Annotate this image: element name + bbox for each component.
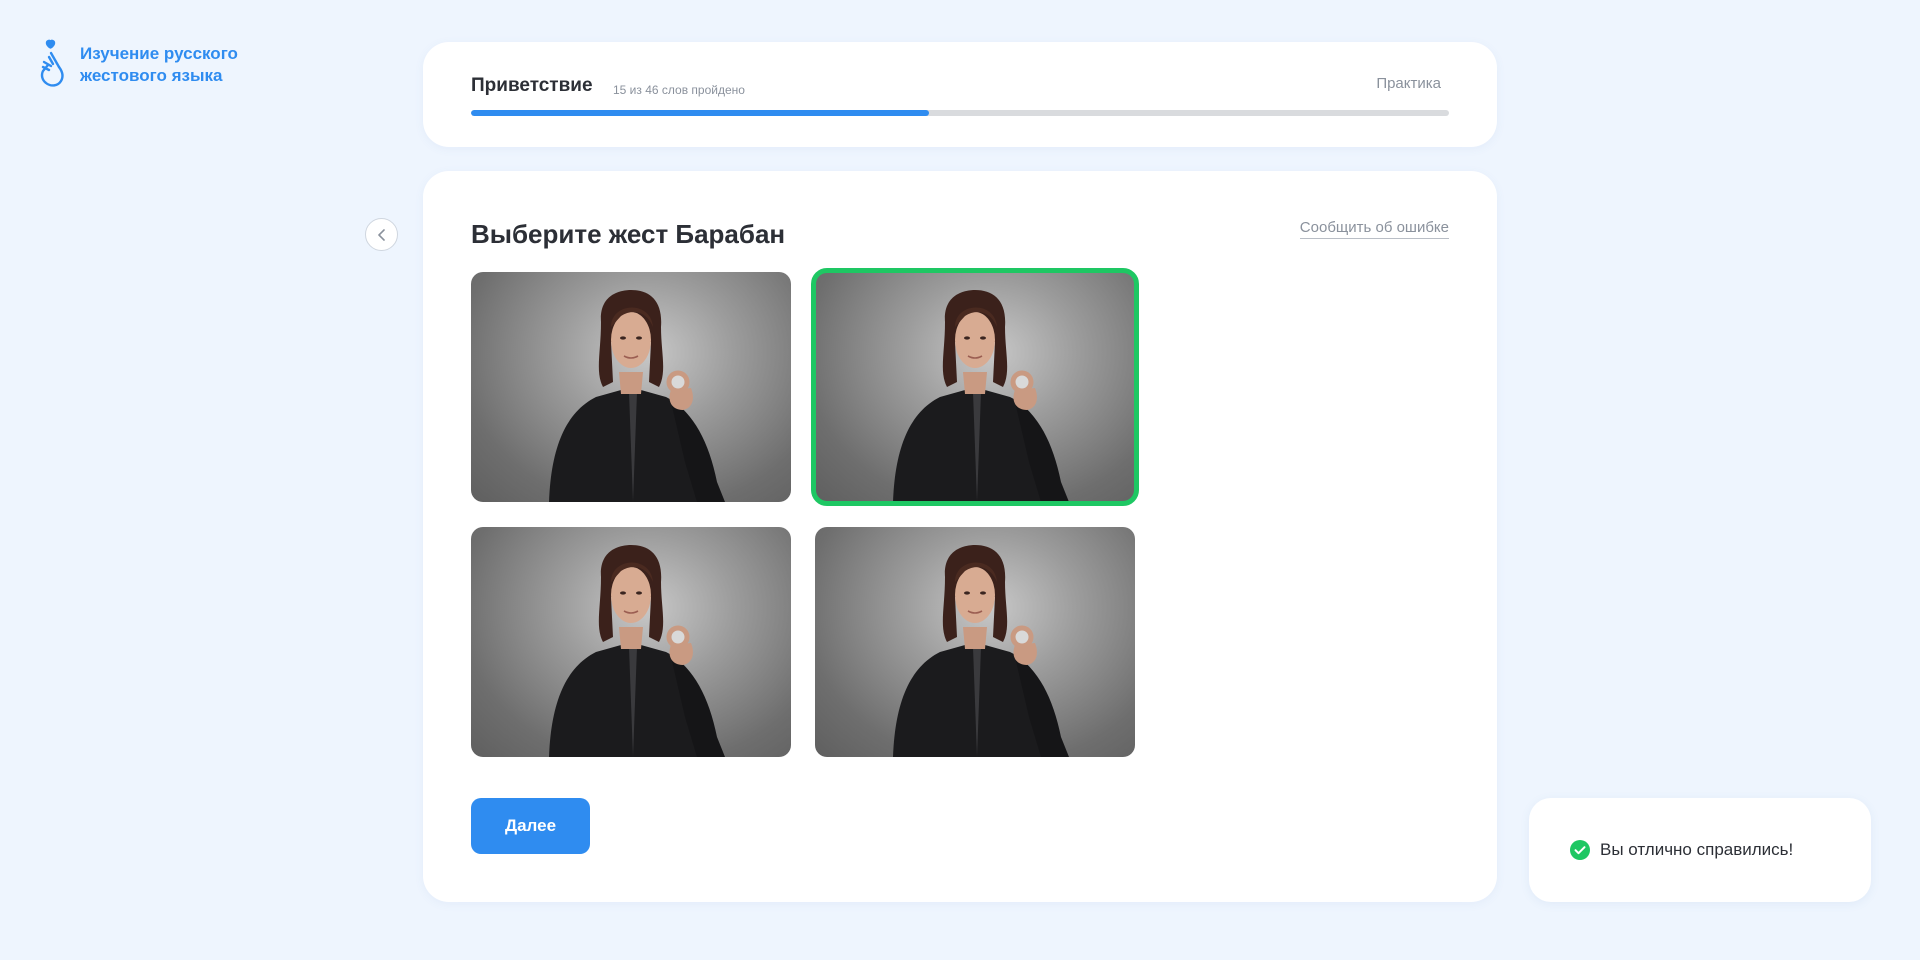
app-logo[interactable]: Изучение русского жестового языка — [38, 38, 238, 90]
gesture-option-4[interactable] — [815, 527, 1135, 757]
report-error-link[interactable]: Сообщить об ошибке — [1299, 219, 1449, 239]
app-title-line1: Изучение русского — [80, 44, 238, 63]
avatar-sign-video — [549, 290, 725, 502]
gesture-option-1[interactable] — [471, 272, 791, 502]
exercise-card: Выберите жест Барабан Сообщить об ошибке — [423, 171, 1497, 902]
gesture-option-2[interactable] — [811, 268, 1139, 506]
back-button[interactable] — [365, 218, 398, 251]
avatar-sign-video — [893, 545, 1069, 757]
app-title: Изучение русского жестового языка — [80, 43, 238, 87]
lesson-progress-text: 15 из 46 слов пройдено — [613, 83, 745, 97]
chevron-left-icon — [377, 228, 385, 241]
hand-heart-icon — [40, 39, 64, 87]
progress-bar — [471, 110, 1449, 116]
avatar-sign-video — [893, 290, 1069, 502]
toast-message: Вы отлично справились! — [1600, 840, 1794, 859]
app-title-line2: жестового языка — [80, 66, 223, 85]
lesson-title: Приветствие — [471, 75, 593, 96]
lesson-progress-card: Приветствие 15 из 46 слов пройдено Практ… — [423, 42, 1497, 147]
question-title: Выберите жест Барабан — [471, 219, 786, 249]
avatar-sign-video — [549, 545, 725, 757]
progress-bar-fill — [471, 110, 930, 116]
next-button[interactable]: Далее — [471, 798, 590, 854]
check-circle-icon — [1570, 840, 1590, 860]
practice-tab[interactable]: Практика — [1376, 75, 1441, 92]
gesture-option-3[interactable] — [471, 527, 791, 757]
success-toast: Вы отлично справились! — [1529, 798, 1871, 902]
